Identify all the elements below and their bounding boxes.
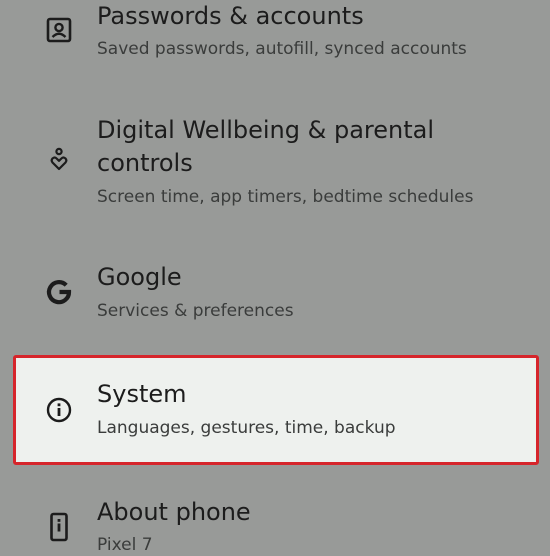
- phone-icon: [44, 512, 74, 542]
- settings-list: Passwords & accounts Saved passwords, au…: [0, 0, 550, 555]
- settings-item-title: About phone: [97, 498, 251, 526]
- settings-item-title: Passwords & accounts: [97, 2, 364, 30]
- settings-item-subtitle: Services & preferences: [97, 301, 294, 321]
- settings-item-system[interactable]: System Languages, gestures, time, backup: [0, 355, 550, 465]
- wellbeing-icon: [44, 145, 74, 175]
- settings-item-subtitle: Languages, gestures, time, backup: [97, 418, 396, 438]
- settings-item-subtitle: Saved passwords, autofill, synced accoun…: [97, 39, 467, 59]
- google-icon: [44, 277, 74, 307]
- info-icon: [44, 395, 74, 425]
- settings-item-passwords-accounts[interactable]: Passwords & accounts Saved passwords, au…: [0, 0, 550, 80]
- settings-item-title: Google: [97, 263, 182, 291]
- settings-item-digital-wellbeing[interactable]: Digital Wellbeing & parental controls Sc…: [0, 100, 550, 230]
- settings-item-title: System: [97, 380, 187, 408]
- settings-item-title-line-2: controls: [97, 149, 193, 177]
- settings-item-google[interactable]: Google Services & preferences: [0, 250, 550, 340]
- account-box-icon: [44, 15, 74, 45]
- settings-item-subtitle: Screen time, app timers, bedtime schedul…: [97, 187, 474, 207]
- settings-item-title-line-1: Digital Wellbeing & parental: [97, 116, 435, 144]
- settings-item-about-phone[interactable]: About phone Pixel 7: [0, 480, 550, 555]
- settings-item-subtitle: Pixel 7: [97, 535, 153, 555]
